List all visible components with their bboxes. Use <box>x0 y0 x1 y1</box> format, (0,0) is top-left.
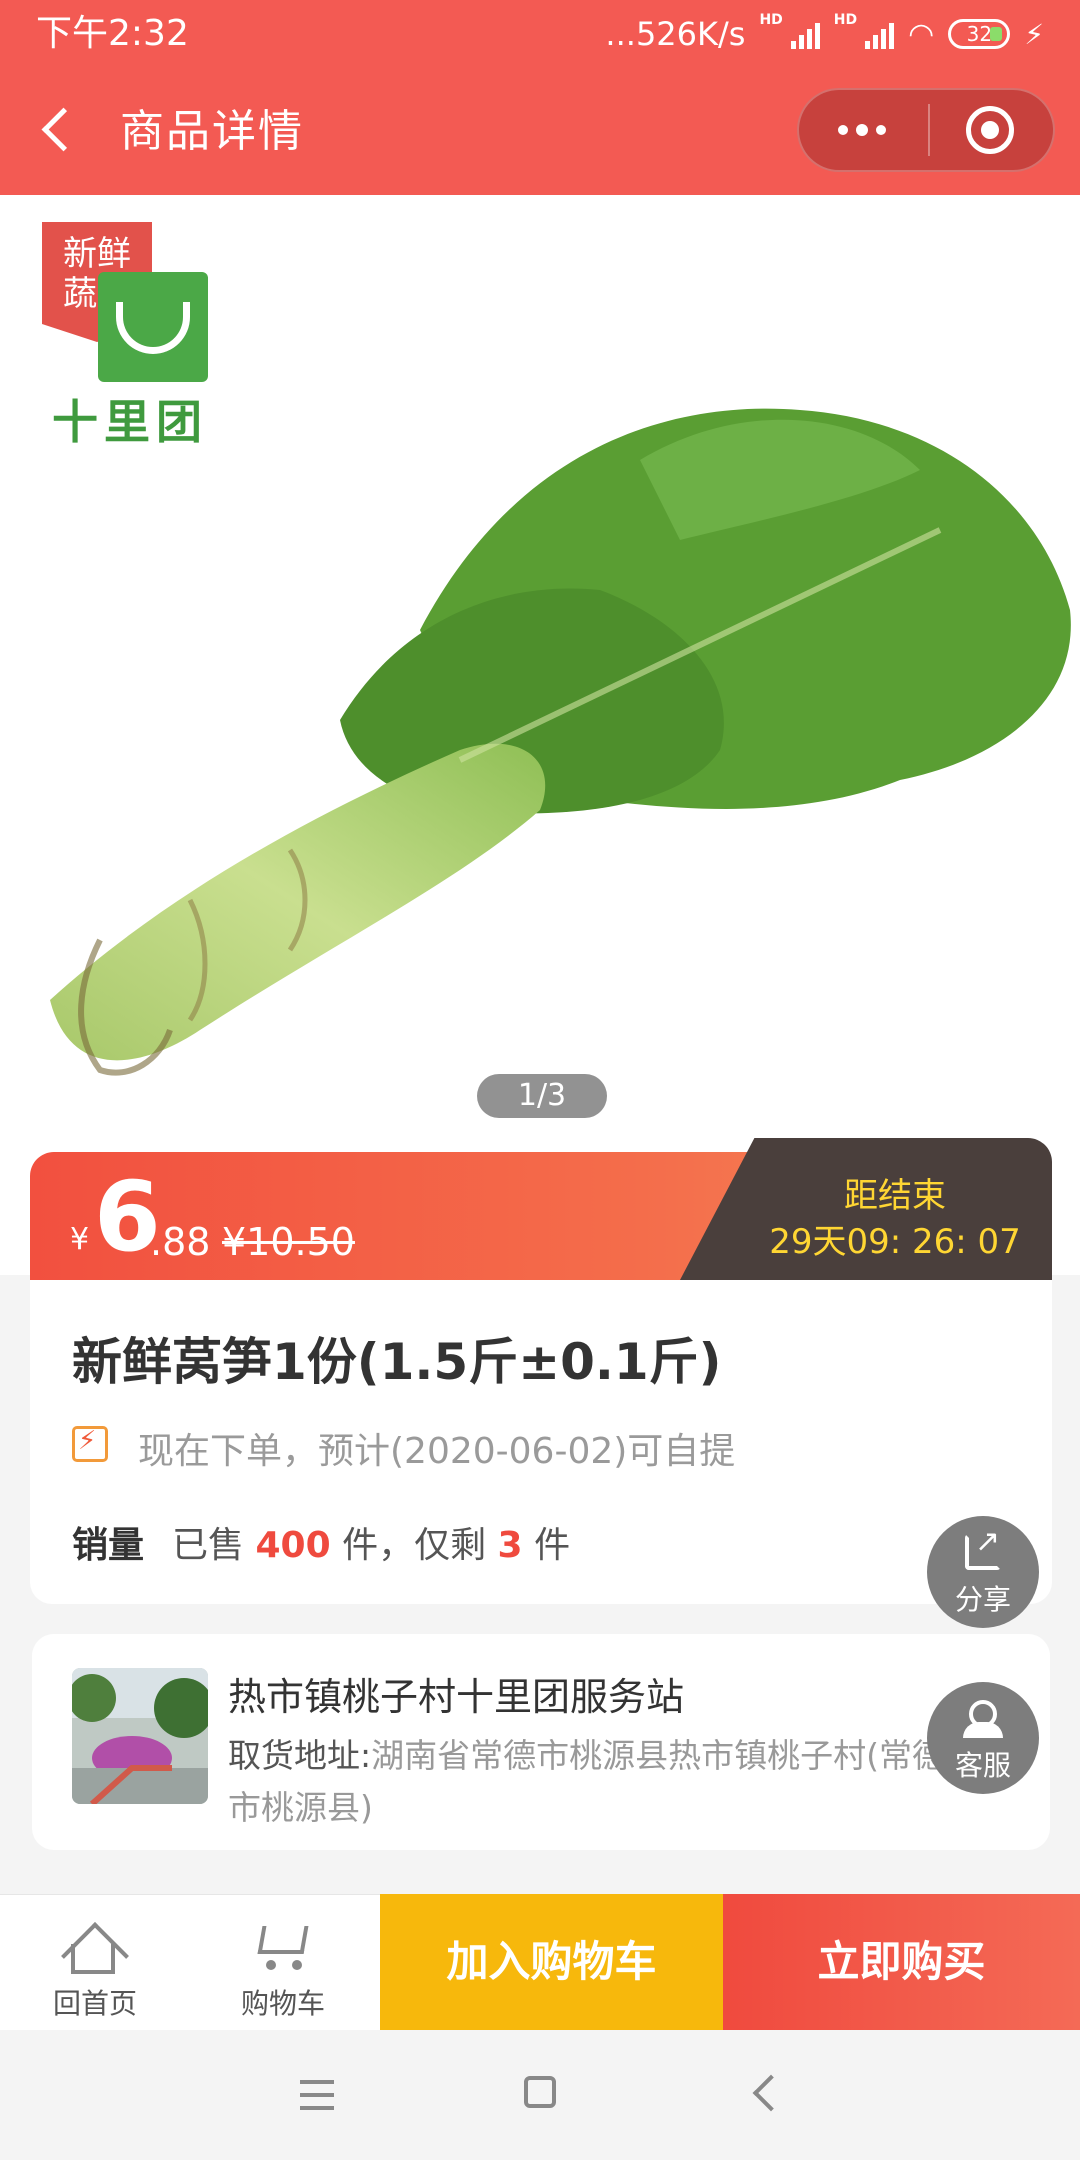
countdown-label: 距结束 <box>844 1176 946 1216</box>
sold-mid: 件，仅剩 <box>342 1525 487 1566</box>
sales-text: 已售 400 件，仅剩 3 件 <box>172 1516 570 1568</box>
sold-unit: 件 <box>534 1525 571 1566</box>
sold-prefix: 已售 <box>172 1525 245 1566</box>
network-speed: ...526K/s <box>605 15 746 53</box>
capsule-divider <box>928 104 930 156</box>
countdown-time: 29天09: 26: 07 <box>769 1222 1021 1262</box>
badge-line-1: 新鲜 <box>63 234 131 274</box>
signal-icon <box>865 19 895 49</box>
home-label: 回首页 <box>52 1987 137 2020</box>
service-label: 客服 <box>954 1749 1011 1782</box>
share-icon <box>965 1524 1001 1570</box>
lettuce-image <box>50 408 1071 1076</box>
home-square-icon[interactable] <box>524 2076 556 2108</box>
price-decimal: .88 <box>150 1220 211 1264</box>
brand-logo-icon <box>98 272 208 382</box>
cart-label: 购物车 <box>240 1987 325 2020</box>
wifi-icon: ◠ <box>908 16 935 52</box>
battery-icon: 32 <box>948 19 1011 49</box>
home-icon <box>62 1918 124 1974</box>
remaining-count: 3 <box>497 1525 523 1566</box>
back-icon[interactable] <box>36 102 86 162</box>
store-name: 热市镇桃子村十里团服务站 <box>228 1675 685 1719</box>
hd-icon: HD <box>759 12 783 28</box>
share-label: 分享 <box>954 1583 1011 1616</box>
customer-service-button[interactable]: 客服 <box>927 1682 1039 1794</box>
address-label: 取货地址: <box>228 1736 372 1775</box>
hd-icon: HD <box>833 12 858 28</box>
sales-label: 销量 <box>72 1525 145 1566</box>
cart-icon <box>252 1920 314 1972</box>
charging-icon: ⚡ <box>1024 17 1044 51</box>
product-title: 新鲜莴笋1份(1.5斤±0.1斤) <box>72 1333 722 1391</box>
store-address: 取货地址:湖南省常德市桃源县热市镇桃子村(常德市桃源县) <box>228 1730 948 1834</box>
brand-name: 十里团 <box>52 395 208 449</box>
lightning-icon <box>72 1426 108 1462</box>
sold-count: 400 <box>255 1525 331 1566</box>
buy-now-button[interactable]: 立即购买 <box>723 1894 1080 2030</box>
price-currency: ¥ <box>70 1222 90 1257</box>
status-time: 下午2:32 <box>36 13 189 54</box>
pickup-note: 现在下单，预计(2020-06-02)可自提 <box>138 1431 736 1472</box>
store-photo <box>72 1668 208 1804</box>
cart-button[interactable]: 购物车 <box>218 1904 348 2024</box>
share-button[interactable]: 分享 <box>927 1516 1039 1628</box>
original-price: ¥10.50 <box>222 1220 355 1264</box>
status-icons: ...526K/s HD HD ◠ 32 ⚡ <box>605 12 1044 56</box>
home-button[interactable]: 回首页 <box>30 1904 160 2024</box>
gallery-pager: 1/3 <box>477 1074 607 1118</box>
more-dots-icon[interactable] <box>832 110 892 150</box>
close-target-icon[interactable] <box>966 106 1014 154</box>
add-to-cart-button[interactable]: 加入购物车 <box>380 1894 723 2030</box>
signal-icon <box>790 19 820 49</box>
headset-icon <box>963 1698 1003 1738</box>
menu-icon[interactable] <box>300 2080 334 2110</box>
page-title: 商品详情 <box>120 106 304 157</box>
